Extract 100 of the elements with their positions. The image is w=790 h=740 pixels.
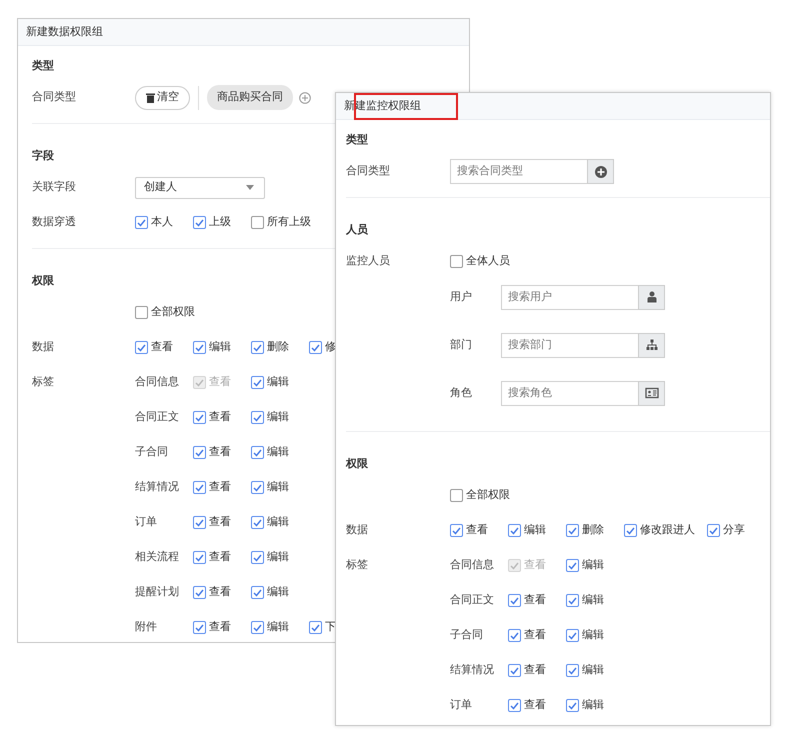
checkbox[interactable] — [251, 621, 264, 634]
field-label: 数据穿透 — [32, 215, 76, 228]
window-title: 新建监控权限组 — [344, 98, 421, 114]
search-field[interactable]: 搜索合同类型 — [450, 159, 587, 184]
checkbox[interactable] — [508, 699, 521, 712]
field-label: 监控人员 — [346, 254, 390, 268]
checkbox[interactable] — [193, 481, 206, 494]
user-button[interactable] — [638, 284, 665, 310]
id-card-button[interactable] — [638, 380, 665, 406]
section-heading: 权限 — [32, 273, 55, 289]
section-heading: 类型 — [346, 132, 369, 148]
checkbox-label: 删除 — [582, 522, 604, 538]
checkbox[interactable] — [450, 255, 463, 268]
checkbox-label: 编辑 — [267, 479, 289, 496]
section-heading: 类型 — [32, 58, 55, 74]
checkbox[interactable] — [508, 524, 521, 537]
checkbox[interactable] — [624, 524, 637, 537]
checkbox[interactable] — [193, 446, 206, 459]
tag-name: 合同信息 — [135, 374, 180, 390]
checkbox[interactable] — [566, 664, 579, 677]
checkbox[interactable] — [566, 629, 579, 642]
checkbox-label: 上级 — [209, 214, 231, 230]
checkbox[interactable] — [251, 481, 264, 494]
field-label: 数据 — [32, 340, 54, 354]
checkbox[interactable] — [193, 586, 206, 599]
checkbox[interactable] — [193, 621, 206, 634]
checkbox[interactable] — [508, 594, 521, 607]
checkbox[interactable] — [707, 524, 720, 537]
checkbox-label: 全部权限 — [151, 304, 195, 320]
checkbox-label: 编辑 — [267, 444, 289, 460]
search-field[interactable]: 搜索用户 — [501, 284, 638, 310]
checkbox[interactable] — [193, 551, 206, 564]
checkbox[interactable] — [251, 586, 264, 599]
checkbox-label: 编辑 — [582, 627, 604, 644]
checkbox[interactable] — [251, 516, 264, 529]
checkbox[interactable] — [309, 341, 322, 354]
clear-button[interactable]: 清空 — [135, 86, 190, 110]
checkbox[interactable] — [309, 621, 322, 634]
tag-name: 合同信息 — [450, 557, 495, 574]
checkbox[interactable] — [135, 306, 148, 319]
checkbox-label: 编辑 — [267, 549, 289, 566]
field-label: 关联字段 — [32, 180, 76, 194]
checkbox-label: 查看 — [209, 549, 231, 566]
tag-name: 子合同 — [135, 444, 169, 460]
tag-name: 相关流程 — [135, 549, 180, 566]
trash-icon — [146, 92, 155, 102]
sitemap-button[interactable] — [638, 332, 665, 358]
checkbox[interactable] — [566, 594, 579, 607]
checkbox[interactable] — [193, 411, 206, 424]
dropdown[interactable]: 创建人 — [135, 176, 265, 198]
checkbox[interactable] — [193, 516, 206, 529]
field-label: 合同类型 — [32, 90, 76, 104]
field-label: 标签 — [346, 557, 368, 574]
tag-name: 结算情况 — [450, 662, 495, 678]
checkbox-label: 全部权限 — [466, 487, 510, 504]
field-label: 角色 — [450, 384, 473, 401]
tag-name: 提醒计划 — [135, 584, 180, 600]
checkbox-label: 查看 — [524, 557, 546, 574]
section-heading: 权限 — [346, 456, 369, 472]
search-field[interactable]: 搜索角色 — [501, 380, 638, 406]
checkbox-label: 查看 — [524, 662, 546, 678]
dropdown-value: 创建人 — [144, 179, 177, 196]
checkbox[interactable] — [566, 559, 579, 572]
checkbox[interactable] — [566, 524, 579, 537]
tag-name: 结算情况 — [135, 479, 180, 496]
checkbox[interactable] — [193, 216, 206, 229]
checkbox[interactable] — [450, 489, 463, 502]
search-field[interactable]: 搜索部门 — [501, 332, 638, 358]
checkbox[interactable] — [251, 551, 264, 564]
checkbox-label: 查看 — [524, 697, 546, 714]
checkbox-label: 编辑 — [209, 339, 231, 356]
checkbox[interactable] — [508, 629, 521, 642]
checkbox[interactable] — [450, 524, 463, 537]
checkbox[interactable] — [251, 411, 264, 424]
section-heading: 字段 — [32, 148, 55, 164]
checkbox-label: 查看 — [209, 479, 231, 496]
tag-name: 附件 — [135, 619, 158, 636]
checkbox[interactable] — [135, 341, 148, 354]
checkbox-label: 查看 — [209, 409, 231, 426]
checkbox[interactable] — [251, 376, 264, 389]
checkbox[interactable] — [193, 341, 206, 354]
checkbox[interactable] — [135, 216, 148, 229]
checkbox-label: 查看 — [209, 584, 231, 600]
checkbox[interactable] — [251, 216, 264, 229]
sitemap-icon — [644, 338, 658, 352]
checkbox[interactable] — [251, 446, 264, 459]
caret-icon — [246, 185, 254, 190]
add-icon[interactable] — [299, 92, 311, 104]
checkbox[interactable] — [251, 341, 264, 354]
checkbox-label: 删除 — [267, 339, 289, 356]
checkbox-label: 编辑 — [582, 557, 604, 574]
checkbox-label: 查看 — [209, 619, 231, 636]
contract-type-chip[interactable]: 商品购买合同 — [207, 85, 293, 110]
checkbox-label: 查看 — [466, 522, 488, 538]
checkbox-label: 查看 — [209, 514, 231, 530]
plus-circle-button[interactable] — [587, 159, 614, 184]
checkbox[interactable] — [508, 664, 521, 677]
checkbox[interactable] — [566, 699, 579, 712]
checkbox-label: 编辑 — [524, 522, 546, 538]
checkbox-label: 编辑 — [267, 409, 289, 426]
